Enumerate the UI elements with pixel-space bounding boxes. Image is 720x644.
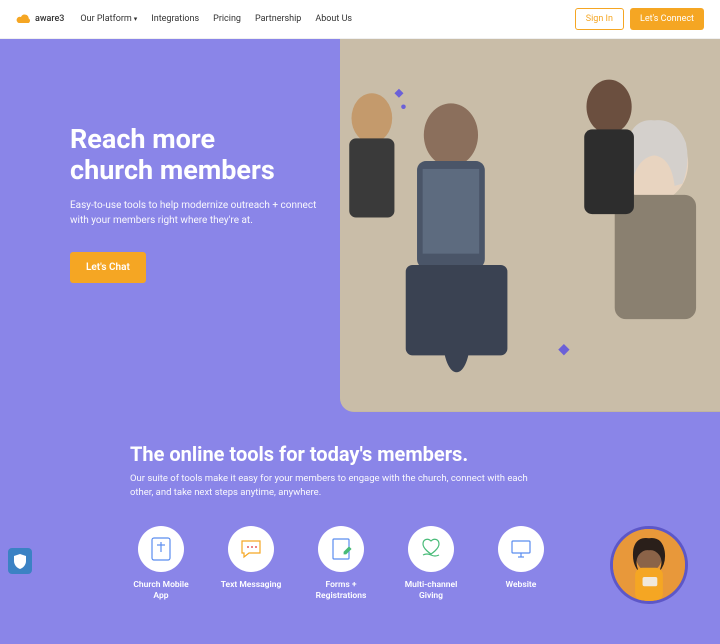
- nav-pricing[interactable]: Pricing: [213, 14, 241, 24]
- shield-icon: [13, 553, 27, 569]
- signin-button[interactable]: Sign In: [575, 8, 624, 30]
- nav-partnership[interactable]: Partnership: [255, 14, 301, 24]
- hero-title: Reach morechurch members: [70, 124, 320, 186]
- giving-icon: [408, 526, 454, 572]
- feature-label: Church Mobile App: [130, 580, 192, 602]
- logo[interactable]: aware3: [16, 12, 64, 26]
- section-subtitle: Our suite of tools make it easy for your…: [130, 472, 550, 501]
- tools-section: The online tools for today's members. Ou…: [0, 412, 720, 644]
- hero-image: [340, 39, 720, 412]
- nav-platform[interactable]: Our Platform▾: [80, 14, 137, 24]
- feature-forms[interactable]: Forms + Registrations: [310, 526, 372, 602]
- nav-integrations[interactable]: Integrations: [151, 14, 199, 24]
- feature-label: Multi-channel Giving: [400, 580, 462, 602]
- section-title: The online tools for today's members.: [130, 442, 700, 466]
- chat-icon: [228, 526, 274, 572]
- chat-button[interactable]: Let's Chat: [70, 252, 146, 283]
- monitor-icon: [498, 526, 544, 572]
- chevron-down-icon: ▾: [134, 15, 138, 23]
- hero-content: Reach morechurch members Easy-to-use too…: [0, 39, 340, 412]
- hero: Reach morechurch members Easy-to-use too…: [0, 39, 720, 412]
- connect-button[interactable]: Let's Connect: [630, 8, 704, 30]
- nav: Our Platform▾ Integrations Pricing Partn…: [80, 14, 566, 24]
- header-buttons: Sign In Let's Connect: [575, 8, 704, 30]
- features-row: Church Mobile App Text Messaging Forms +…: [130, 526, 700, 604]
- avatar: [610, 526, 688, 604]
- form-icon: [318, 526, 364, 572]
- hero-subtitle: Easy-to-use tools to help modernize outr…: [70, 198, 320, 228]
- feature-label: Forms + Registrations: [310, 580, 372, 602]
- feature-mobile-app[interactable]: Church Mobile App: [130, 526, 192, 602]
- cloud-icon: [16, 12, 32, 26]
- nav-about[interactable]: About Us: [315, 14, 352, 24]
- brand-text: aware3: [35, 14, 64, 24]
- feature-giving[interactable]: Multi-channel Giving: [400, 526, 462, 602]
- header: aware3 Our Platform▾ Integrations Pricin…: [0, 0, 720, 39]
- security-badge[interactable]: [8, 548, 32, 574]
- bible-icon: [138, 526, 184, 572]
